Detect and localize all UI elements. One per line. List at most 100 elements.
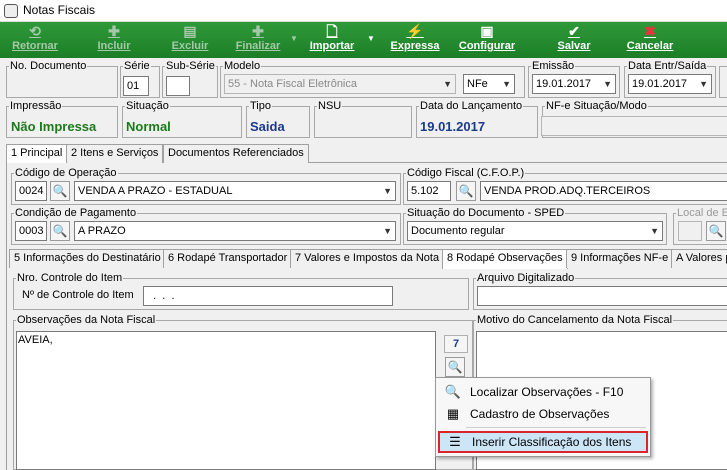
header-overflow-group [719, 66, 727, 98]
retornar-button[interactable]: ⟲ Retornar [4, 22, 66, 58]
search-icon: 🔍 [706, 221, 726, 241]
importar-button[interactable]: 🗋 Importar [302, 22, 362, 58]
sub-tab-strip: 5 Informações do Destinatário 6 Rodapé T… [9, 249, 727, 269]
insert-list-icon: ☰ [449, 434, 461, 449]
salvar-button[interactable]: ✔ Salvar [546, 22, 602, 58]
cod-operacao-group: Código de Operação 0024 🔍 VENDA A PRAZO … [11, 167, 401, 205]
incluir-button[interactable]: ✚ Incluir [86, 22, 142, 58]
chevron-down-icon: ▼ [502, 79, 511, 89]
subserie-group: Sub-Série [162, 60, 218, 98]
nfe-situacao-group: NF-e Situação/Modo [541, 100, 727, 138]
finalizar-button[interactable]: ✚ Finalizar [228, 22, 288, 58]
main-tab-strip: 1 Principal 2 Itens e Serviços Documento… [6, 144, 727, 164]
configure-icon: ▣ [480, 23, 494, 39]
nro-controle-label: Nº de Controle do Item [22, 289, 134, 301]
tab-documentos-referenciados[interactable]: Documentos Referenciados [163, 144, 309, 163]
tipo-value: Saida [250, 119, 285, 134]
nro-controle-field[interactable]: . . . [143, 286, 393, 306]
chevron-down-icon: ▼ [443, 79, 452, 89]
plus-icon: ✚ [108, 23, 120, 39]
data-lancamento-group: Data do Lançamento 19.01.2017 [416, 100, 538, 138]
data-entr-date-field[interactable]: 19.01.2017 ▼ [628, 74, 712, 94]
serie-group: Série 01 [120, 60, 160, 98]
observacoes-group: Observações da Nota Fiscal AVEIA, 7 🔍 [13, 314, 473, 470]
tab-informacoes-nfe[interactable]: 9 Informações NF-e [566, 249, 674, 268]
observacoes-menu-button[interactable]: 🔍 [445, 357, 465, 377]
trash-icon: ▤ [183, 23, 197, 39]
tipo-group: Tipo Saida [246, 100, 310, 138]
cfop-desc-field[interactable]: VENDA PROD.ADQ.TERCEIROS [480, 181, 727, 201]
return-icon: ⟲ [29, 23, 41, 39]
local-field [678, 221, 702, 241]
menu-item-cadastro-observacoes[interactable]: ▦ Cadastro de Observações [438, 403, 648, 425]
emissao-group: Emissão 19.01.2017 ▼ [528, 60, 620, 98]
finalizar-dropdown-arrow[interactable]: ▼ [289, 34, 299, 44]
importar-dropdown-arrow[interactable]: ▼ [366, 34, 376, 44]
search-icon[interactable]: 🔍 [50, 181, 70, 201]
cfop-code-field[interactable]: 5.102 [407, 181, 451, 201]
modelo-group: Modelo 55 - Nota Fiscal Eletrônica ▼ NFe ▼ [220, 60, 525, 98]
situacao-value: Normal [126, 119, 171, 134]
arquivo-digitalizado-field[interactable] [477, 286, 727, 306]
modelo-select[interactable]: 55 - Nota Fiscal Eletrônica ▼ [224, 74, 456, 94]
search-icon[interactable]: 🔍 [456, 181, 476, 201]
cond-pagamento-select[interactable]: A PRAZO ▼ [74, 221, 396, 241]
no-documento-group: No. Documento [6, 60, 118, 98]
magnifier-icon: 🔍 [444, 384, 462, 399]
chevron-down-icon: ▼ [603, 79, 612, 89]
impressao-group: Impressão Não Impressa [6, 100, 118, 138]
observacoes-context-menu: 🔍 Localizar Observações - F10 ▦ Cadastro… [435, 377, 651, 457]
title-bar: Notas Fiscais [0, 0, 727, 22]
local-group: Local de E 🔍 [673, 207, 727, 245]
situacao-group: Situação Normal [122, 100, 242, 138]
arquivo-digitalizado-group: Arquivo Digitalizado [473, 272, 727, 310]
expressa-button[interactable]: ⚡ Expressa [386, 22, 444, 58]
cond-pagamento-code-field[interactable]: 0003 [15, 221, 47, 241]
excluir-button[interactable]: ▤ Excluir [160, 22, 220, 58]
configurar-button[interactable]: ▣ Configurar [455, 22, 519, 58]
toolbar: ⟲ Retornar ✚ Incluir ▤ Excluir ✚ Finalizar ▼… [0, 22, 727, 58]
chevron-down-icon: ▼ [383, 186, 392, 196]
search-plus-icon: 🔍 [447, 360, 463, 374]
nfe-situacao-field [541, 116, 727, 136]
app-icon [4, 4, 18, 18]
express-icon: ⚡ [406, 23, 424, 39]
tab-rodape-transportador[interactable]: 6 Rodapé Transportador [163, 249, 293, 268]
tab-valores-p[interactable]: A Valores p [671, 249, 727, 268]
chevron-down-icon: ▼ [699, 79, 708, 89]
emissao-date-field[interactable]: 19.01.2017 ▼ [532, 74, 616, 94]
menu-item-localizar-observacoes[interactable]: 🔍 Localizar Observações - F10 [438, 381, 648, 403]
observacoes-count: 7 [444, 335, 468, 353]
data-lancamento-value: 19.01.2017 [420, 119, 486, 134]
impressao-value: Não Impressa [11, 119, 97, 134]
situacao-documento-group: Situação do Documento - SPED Documento r… [403, 207, 667, 245]
window-title: Notas Fiscais [23, 3, 96, 17]
chevron-down-icon: ▼ [383, 226, 392, 236]
cfop-group: Código Fiscal (C.F.O.P.) 5.102 🔍 VENDA P… [403, 167, 727, 205]
menu-item-inserir-classificacao[interactable]: ☰ Inserir Classificação dos Itens [438, 431, 648, 453]
subserie-field[interactable] [166, 76, 190, 96]
cancelar-button[interactable]: ✖ Cancelar [620, 22, 680, 58]
situacao-documento-select[interactable]: Documento regular ▼ [407, 221, 663, 241]
check-icon: ✔ [568, 23, 580, 39]
serie-field[interactable]: 01 [123, 76, 149, 96]
tab-itens-servicos[interactable]: 2 Itens e Serviços [66, 144, 164, 163]
chevron-down-icon: ▼ [650, 226, 659, 236]
menu-separator [466, 427, 646, 428]
tab-valores-impostos[interactable]: 7 Valores e Impostos da Nota [290, 249, 445, 268]
modelo-tipo-select[interactable]: NFe ▼ [463, 74, 515, 94]
cond-pagamento-group: Condição de Pagamento 0003 🔍 A PRAZO ▼ [11, 207, 401, 245]
tab-informacoes-destinatario[interactable]: 5 Informações do Destinatário [9, 249, 166, 268]
register-icon: ▦ [446, 406, 460, 421]
cod-operacao-select[interactable]: VENDA A PRAZO - ESTADUAL ▼ [74, 181, 396, 201]
nsu-group: NSU [314, 100, 412, 138]
cod-operacao-code-field[interactable]: 0024 [15, 181, 47, 201]
tab-principal[interactable]: 1 Principal [6, 144, 68, 164]
tab-rodape-observacoes[interactable]: 8 Rodapé Observações [442, 249, 568, 269]
cancel-x-icon: ✖ [644, 23, 656, 39]
import-icon: 🗋 [326, 23, 338, 39]
finalize-icon: ✚ [252, 23, 264, 39]
data-entr-group: Data Entr/Saída 19.01.2017 ▼ [624, 60, 716, 98]
search-icon[interactable]: 🔍 [50, 221, 70, 241]
observacoes-textarea[interactable]: AVEIA, [16, 331, 436, 470]
